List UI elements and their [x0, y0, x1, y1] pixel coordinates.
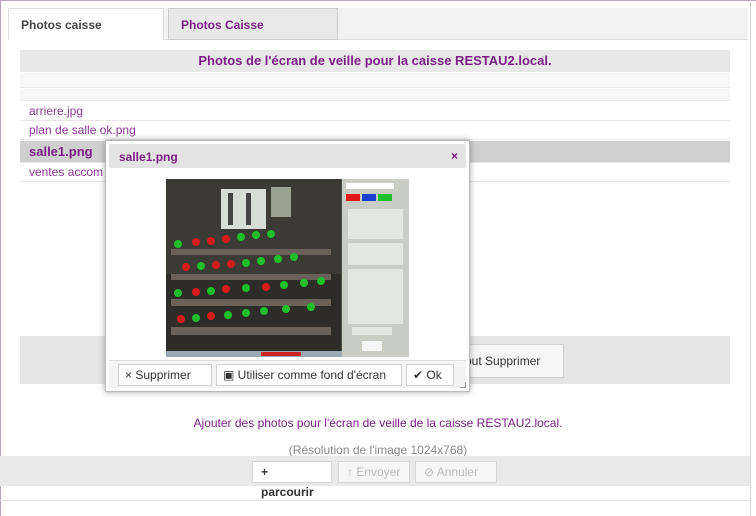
set-background-button[interactable]: ▣ Utiliser comme fond d'écran: [216, 364, 402, 386]
divider: [0, 500, 750, 501]
browse-button[interactable]: + parcourir: [252, 461, 332, 499]
blank-row: [20, 89, 730, 101]
panel-title: Photos de l'écran de veille pour la cais…: [20, 50, 730, 72]
list-item[interactable]: plan de salle ok.png: [20, 121, 730, 140]
list-item[interactable]: arriere.jpg: [20, 102, 730, 121]
dialog-header[interactable]: salle1.png ×: [109, 144, 466, 168]
image-preview-dialog: salle1.png × × Supprimer ▣ Utiliser comm…: [105, 140, 470, 392]
upload-title: Ajouter des photos pour l'écran de veill…: [193, 416, 563, 430]
tab-photos-caisse-connectee[interactable]: Photos Caisse Connectée: [168, 8, 338, 64]
delete-button[interactable]: × Supprimer: [118, 364, 212, 386]
image-preview: [166, 179, 409, 357]
ok-button[interactable]: ✔ Ok: [406, 364, 454, 386]
tab-photos-caisse-principale[interactable]: Photos caisse principale: [8, 8, 164, 64]
blank-row: [20, 73, 730, 88]
resize-grip-icon[interactable]: [460, 382, 466, 388]
dialog-title: salle1.png: [119, 150, 178, 164]
restaurant-screenshot-image: [166, 179, 409, 357]
send-button[interactable]: ↑ Envoyer: [338, 461, 410, 483]
tab-bar: Photos caisse principale Photos Caisse C…: [8, 8, 748, 64]
close-icon[interactable]: ×: [451, 149, 458, 163]
resolution-hint: (Résolution de l'image 1024x768): [288, 443, 468, 457]
window-right-border: [750, 0, 751, 516]
cancel-button[interactable]: ⊘ Annuler: [415, 461, 497, 483]
